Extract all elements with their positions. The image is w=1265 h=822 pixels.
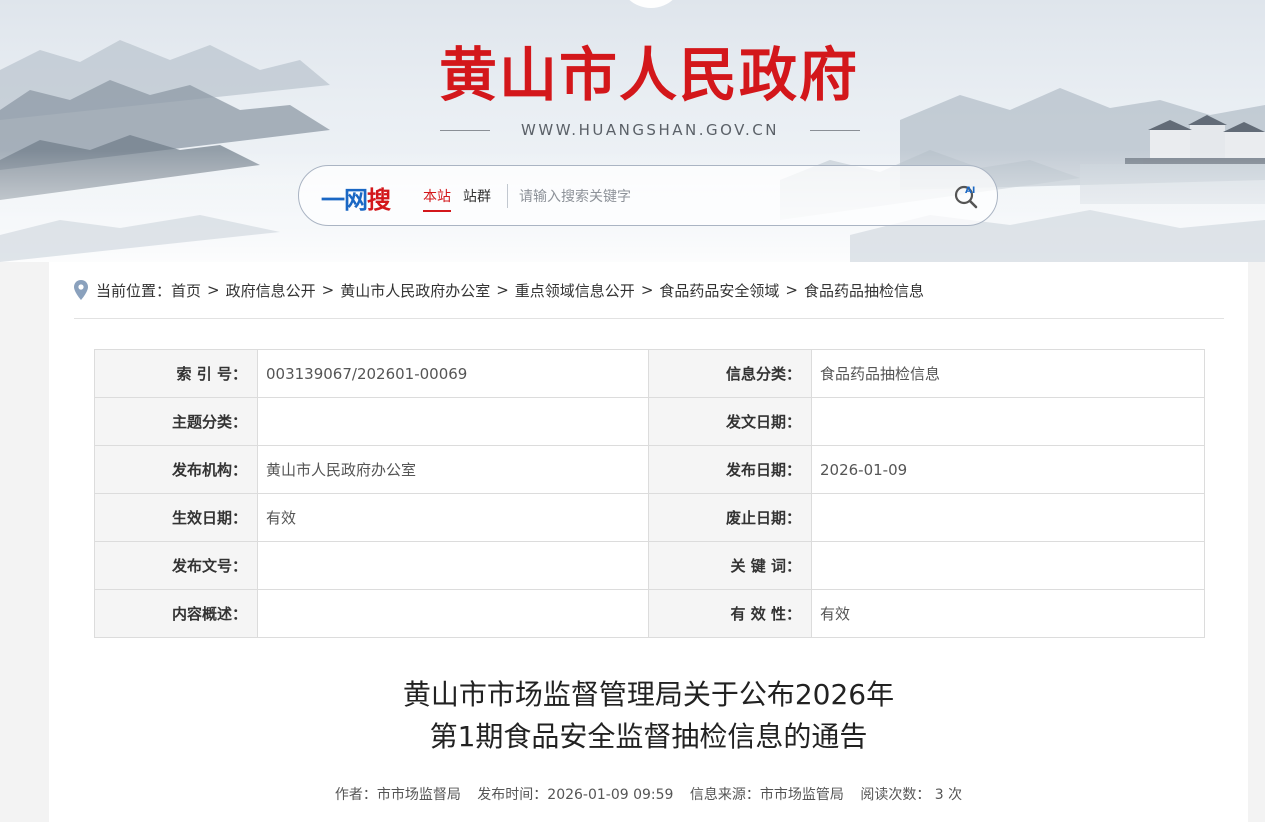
meta-row: 发布机构： 黄山市人民政府办公室 发布日期： 2026-01-09 bbox=[94, 445, 1205, 494]
meta-label: 索 引 号： bbox=[94, 349, 258, 398]
meta-value: 食品药品抽检信息 bbox=[811, 349, 1205, 398]
search-divider bbox=[507, 184, 508, 208]
search-bar: 一网搜 本站 站群 AI bbox=[298, 165, 998, 226]
meta-row: 生效日期： 有效 废止日期： bbox=[94, 493, 1205, 542]
search-brand-logo: 一网搜 bbox=[321, 186, 391, 214]
ai-search-icon[interactable]: AI bbox=[953, 182, 981, 210]
site-url-row: WWW.HUANGSHAN.GOV.CN bbox=[440, 118, 860, 142]
breadcrumb-key-areas[interactable]: 重点领域信息公开 bbox=[515, 280, 635, 301]
breadcrumb-office[interactable]: 黄山市人民政府办公室 bbox=[340, 280, 490, 301]
breadcrumb-divider bbox=[74, 318, 1224, 319]
header-banner: 黄山市人民政府 WWW.HUANGSHAN.GOV.CN 一网搜 本站 站群 A… bbox=[0, 0, 1265, 262]
meta-value bbox=[257, 397, 649, 446]
meta-value: 003139067/202601-00069 bbox=[257, 349, 649, 398]
breadcrumb-separator: > bbox=[785, 281, 798, 299]
svg-text:AI: AI bbox=[965, 186, 975, 196]
breadcrumb-food-drug-safety[interactable]: 食品药品安全领域 bbox=[659, 280, 779, 301]
meta-label: 废止日期： bbox=[648, 493, 812, 542]
breadcrumb-separator: > bbox=[640, 281, 654, 299]
search-input[interactable] bbox=[517, 181, 941, 213]
meta-row: 发布文号： 关 键 词： bbox=[94, 541, 1205, 590]
site-url: WWW.HUANGSHAN.GOV.CN bbox=[521, 121, 779, 139]
article-title-line1: 黄山市市场监督管理局关于公布2026年 bbox=[402, 678, 895, 711]
meta-label: 生效日期： bbox=[94, 493, 258, 542]
meta-label: 关 键 词： bbox=[648, 541, 812, 590]
meta-row: 主题分类： 发文日期： bbox=[94, 397, 1205, 446]
meta-value: 黄山市人民政府办公室 bbox=[257, 445, 649, 494]
meta-row: 索 引 号： 003139067/202601-00069 信息分类： 食品药品… bbox=[94, 349, 1205, 398]
search-scope-this-site[interactable]: 本站 bbox=[423, 186, 451, 212]
article-read-count: 阅读次数： 3 次 bbox=[860, 787, 963, 803]
article-author: 作者：市市场监督局 bbox=[334, 787, 461, 803]
meta-label: 发文日期： bbox=[648, 397, 812, 446]
article-publish-time: 发布时间：2026-01-09 09:59 bbox=[477, 787, 674, 803]
divider-line bbox=[440, 129, 490, 131]
meta-label: 发布机构： bbox=[94, 445, 258, 494]
meta-label: 信息分类： bbox=[648, 349, 812, 398]
meta-value bbox=[257, 541, 649, 590]
breadcrumb-sampling-info[interactable]: 食品药品抽检信息 bbox=[804, 280, 924, 301]
divider-line bbox=[809, 129, 860, 131]
location-pin-icon bbox=[74, 280, 88, 300]
meta-value bbox=[257, 589, 649, 638]
meta-label: 有 效 性： bbox=[648, 589, 812, 638]
site-title: 黄山市人民政府 bbox=[438, 41, 859, 109]
meta-value: 有效 bbox=[257, 493, 649, 542]
meta-value bbox=[811, 397, 1205, 446]
meta-value: 有效 bbox=[811, 589, 1205, 638]
meta-label: 发布日期： bbox=[648, 445, 812, 494]
breadcrumb: 当前位置： 首页 > 政府信息公开 > 黄山市人民政府办公室 > 重点领域信息公… bbox=[74, 278, 924, 302]
meta-label: 主题分类： bbox=[94, 397, 258, 446]
meta-row: 内容概述： 有 效 性： 有效 bbox=[94, 589, 1205, 638]
meta-label: 发布文号： bbox=[94, 541, 258, 590]
breadcrumb-separator: > bbox=[496, 281, 509, 299]
breadcrumb-prefix: 当前位置： bbox=[96, 281, 172, 300]
breadcrumb-home[interactable]: 首页 bbox=[171, 280, 201, 301]
breadcrumb-gov-info[interactable]: 政府信息公开 bbox=[226, 280, 316, 301]
article-title-line2: 第1期食品安全监督抽检信息的通告 bbox=[429, 720, 868, 753]
breadcrumb-separator: > bbox=[321, 281, 335, 299]
breadcrumb-separator: > bbox=[207, 281, 220, 299]
meta-label: 内容概述： bbox=[94, 589, 258, 638]
article-info: 作者：市市场监督局 发布时间：2026-01-09 09:59 信息来源：市市场… bbox=[49, 784, 1248, 804]
content-panel: 当前位置： 首页 > 政府信息公开 > 黄山市人民政府办公室 > 重点领域信息公… bbox=[49, 262, 1248, 822]
article-title: 黄山市市场监督管理局关于公布2026年 第1期食品安全监督抽检信息的通告 bbox=[49, 674, 1248, 758]
search-scope-site-group[interactable]: 站群 bbox=[463, 186, 491, 206]
meta-value bbox=[811, 493, 1205, 542]
meta-value: 2026-01-09 bbox=[811, 445, 1205, 494]
document-meta-table: 索 引 号： 003139067/202601-00069 信息分类： 食品药品… bbox=[94, 349, 1205, 638]
meta-value bbox=[811, 541, 1205, 590]
article-source: 信息来源：市市场监管局 bbox=[689, 787, 844, 803]
